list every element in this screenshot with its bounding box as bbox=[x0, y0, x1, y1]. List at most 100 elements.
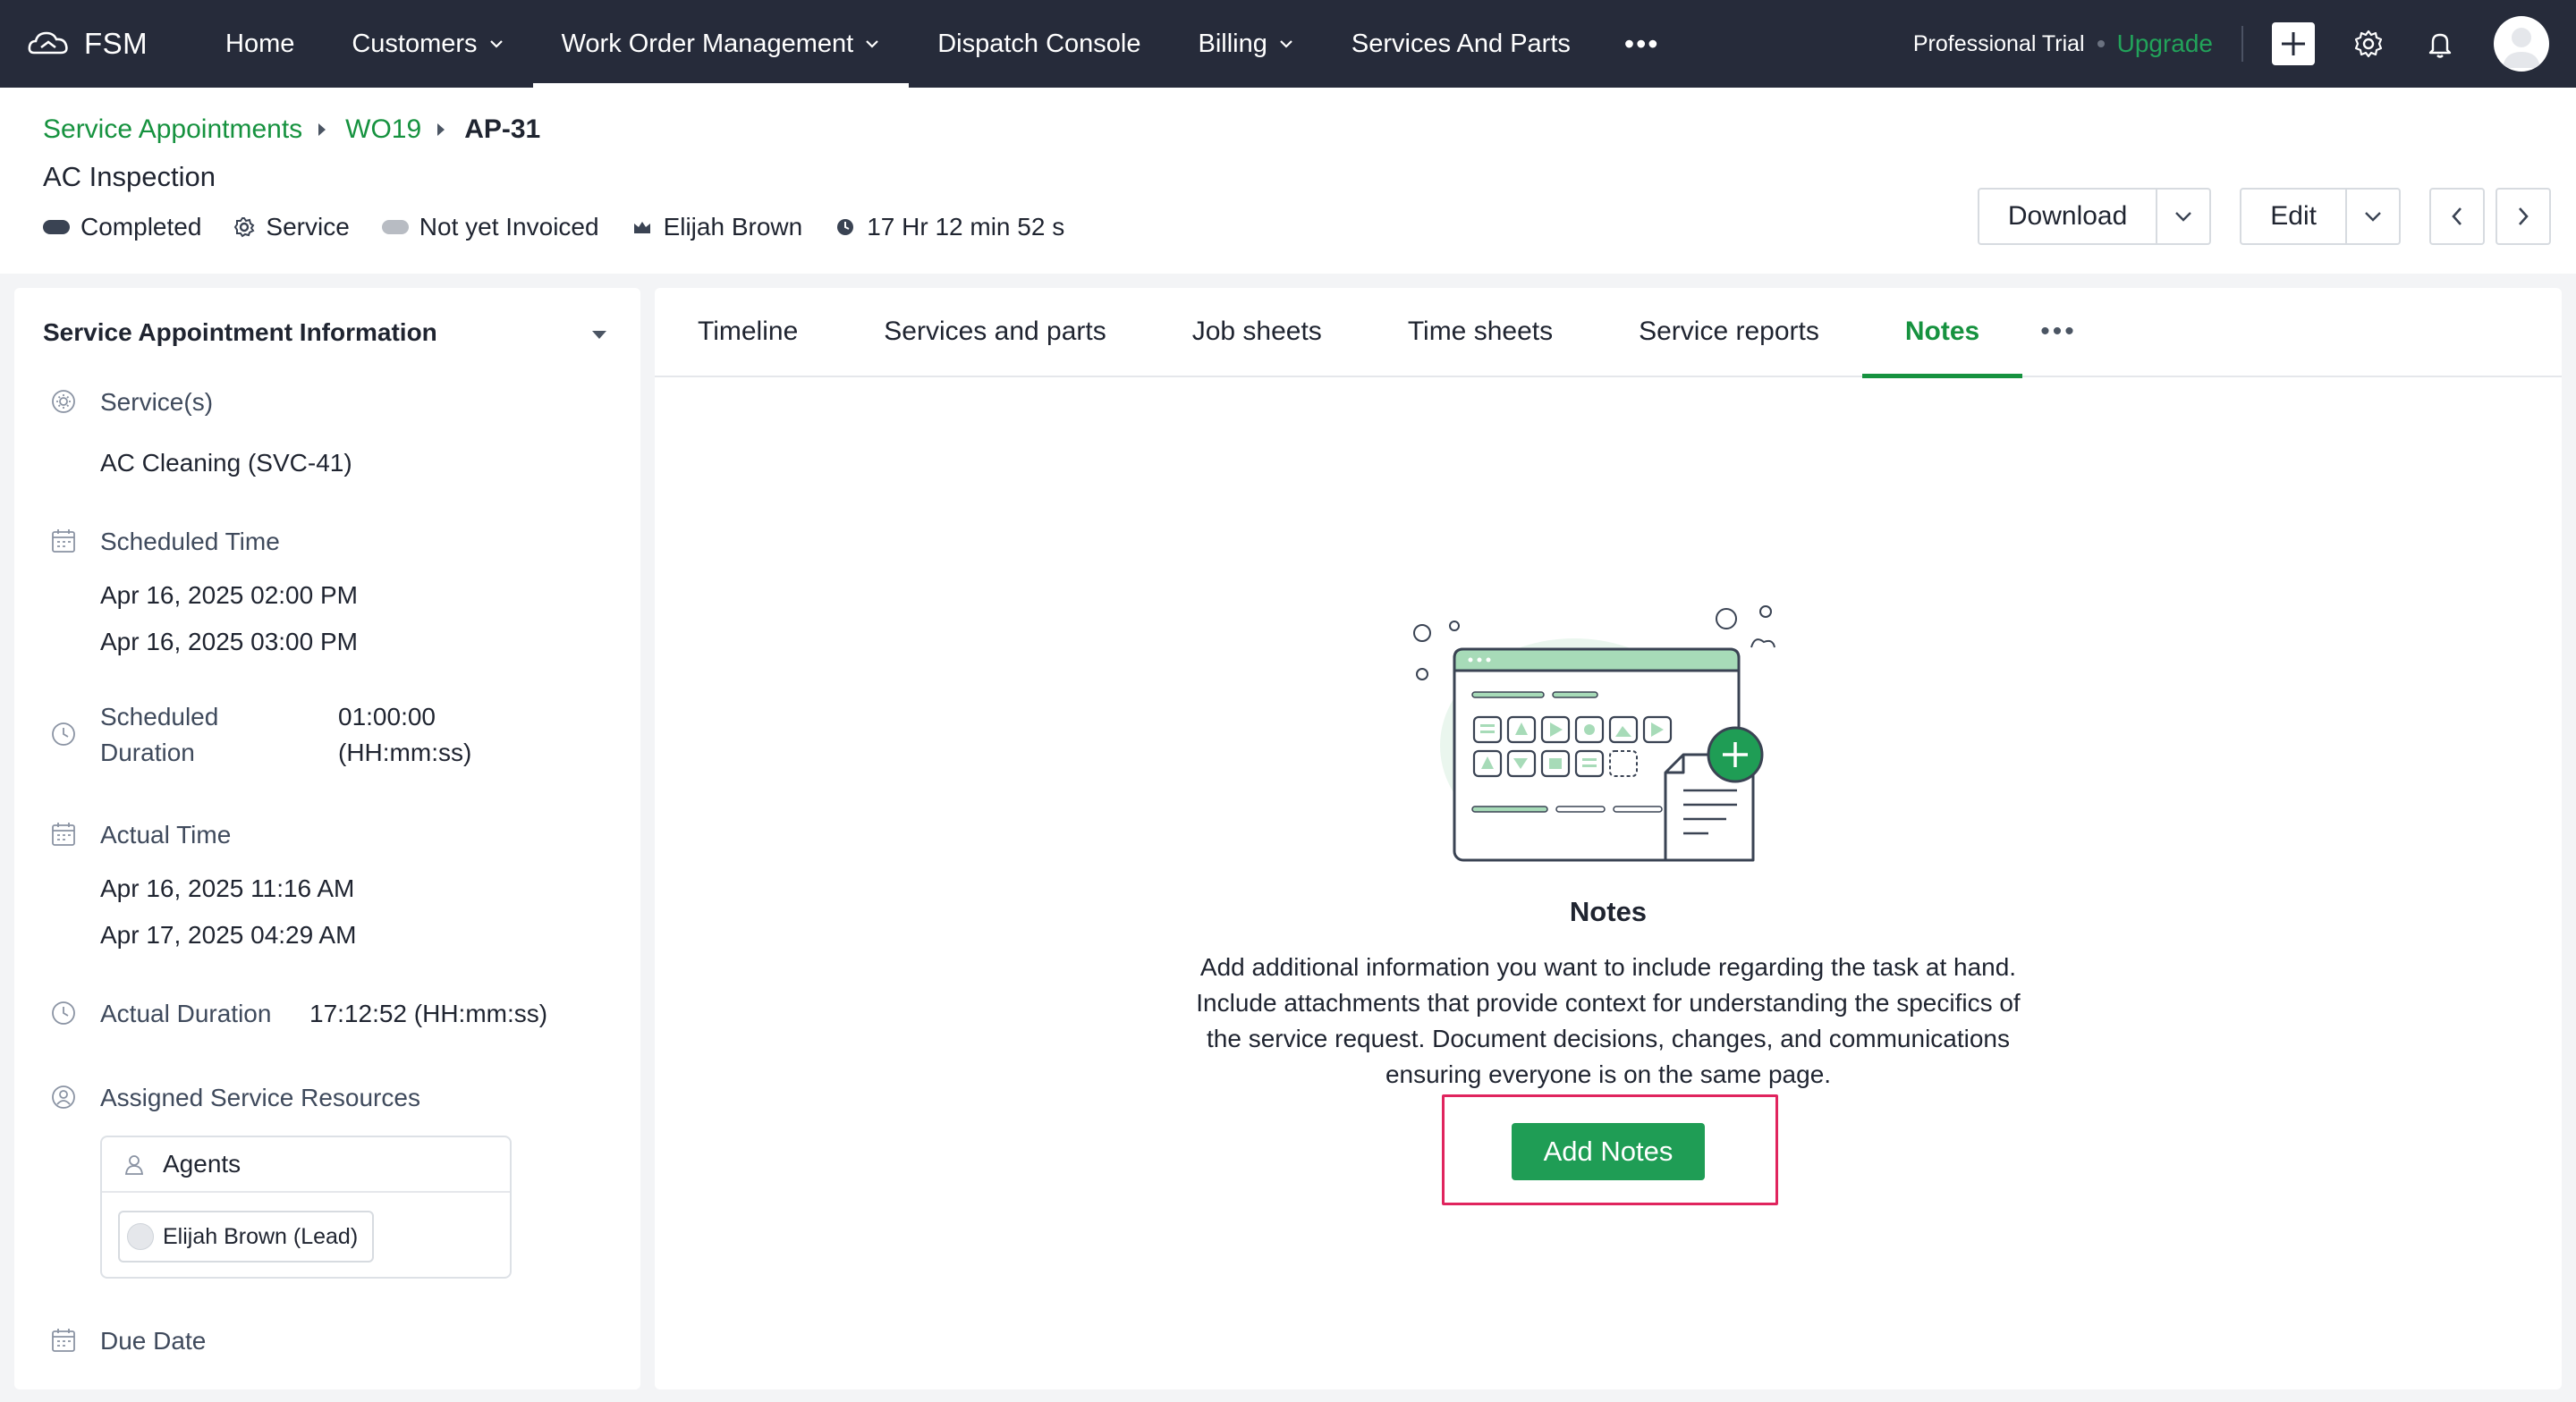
nav-customers[interactable]: Customers bbox=[323, 0, 532, 88]
dot-separator bbox=[2097, 40, 2105, 47]
nav-dispatch-console[interactable]: Dispatch Console bbox=[909, 0, 1169, 88]
related-lists-panel: Timeline Services and parts Job sheets T… bbox=[655, 288, 2562, 1389]
crown-icon bbox=[633, 222, 650, 233]
brand-logo[interactable]: FSM bbox=[27, 26, 197, 62]
nav-right-group: Professional Trial Upgrade bbox=[1913, 0, 2576, 88]
services-label: Service(s) bbox=[100, 388, 214, 416]
nav-billing-label: Billing bbox=[1198, 29, 1267, 58]
nav-work-order-management-label: Work Order Management bbox=[561, 29, 854, 58]
tab-services-and-parts[interactable]: Services and parts bbox=[841, 288, 1148, 376]
breadcrumb-caret-icon bbox=[318, 123, 326, 136]
brand-name: FSM bbox=[84, 27, 148, 60]
services-value[interactable]: AC Cleaning (SVC-41) bbox=[100, 449, 352, 477]
breadcrumb-caret-icon bbox=[437, 123, 445, 136]
status-text: Completed bbox=[80, 213, 202, 241]
scheduled-end-value: Apr 16, 2025 03:00 PM bbox=[100, 628, 358, 655]
agents-label: Agents bbox=[163, 1150, 242, 1178]
type-badge: Service bbox=[233, 213, 350, 241]
clock-icon bbox=[837, 219, 854, 235]
user-avatar[interactable] bbox=[2494, 16, 2549, 72]
edit-button[interactable]: Edit bbox=[2241, 190, 2345, 243]
elapsed-badge: 17 Hr 12 min 52 s bbox=[835, 213, 1064, 241]
invoice-text: Not yet Invoiced bbox=[419, 213, 599, 241]
nav-home[interactable]: Home bbox=[197, 0, 323, 88]
download-button[interactable]: Download bbox=[1979, 190, 2156, 243]
scheduled-duration-label-line2: Duration bbox=[100, 739, 195, 766]
nav-services-and-parts-label: Services And Parts bbox=[1351, 29, 1571, 58]
edit-options-button[interactable] bbox=[2345, 190, 2399, 243]
nav-home-label: Home bbox=[225, 29, 295, 58]
edit-split-button: Edit bbox=[2240, 188, 2401, 245]
record-meta: Completed Service Not yet Invoiced Elija… bbox=[43, 213, 1097, 241]
elapsed-text: 17 Hr 12 min 52 s bbox=[867, 213, 1065, 241]
actual-duration-label: Actual Duration bbox=[100, 1000, 272, 1027]
notes-empty-illustration bbox=[1413, 605, 1775, 862]
chevron-down-icon bbox=[1280, 40, 1292, 48]
notes-empty-title: Notes bbox=[1569, 896, 1648, 927]
service-gear-icon bbox=[234, 217, 255, 238]
nav-more-button[interactable]: ••• bbox=[1599, 28, 1685, 61]
nav-services-and-parts[interactable]: Services And Parts bbox=[1323, 0, 1599, 88]
owner-text: Elijah Brown bbox=[663, 213, 803, 241]
record-actions: Download Edit bbox=[1949, 188, 2551, 245]
scheduled-time-label: Scheduled Time bbox=[100, 528, 280, 555]
user-circle-icon bbox=[52, 1085, 75, 1109]
next-record-button[interactable] bbox=[2496, 188, 2551, 245]
clock-icon bbox=[52, 1001, 75, 1025]
trial-label: Professional Trial bbox=[1912, 30, 2085, 56]
notes-empty-description-line: the service request. Document decisions,… bbox=[1206, 1025, 2011, 1052]
top-navigation: FSM Home Customers Work Order Management… bbox=[0, 0, 2576, 88]
scheduled-duration-label-line1: Scheduled bbox=[100, 703, 219, 731]
tab-bar: Timeline Services and parts Job sheets T… bbox=[655, 288, 2562, 378]
tab-time-sheets[interactable]: Time sheets bbox=[1365, 288, 1596, 376]
agents-box: Agents Elijah Brown (Lead) bbox=[100, 1136, 512, 1279]
invoice-badge: Not yet Invoiced bbox=[381, 213, 599, 241]
nav-customers-label: Customers bbox=[352, 29, 478, 58]
tab-timeline[interactable]: Timeline bbox=[655, 288, 841, 376]
notifications-button[interactable] bbox=[2422, 26, 2458, 62]
due-date-label: Due Date bbox=[100, 1327, 207, 1355]
plus-icon bbox=[2282, 32, 2305, 55]
agent-chip-label: Elijah Brown (Lead) bbox=[163, 1223, 359, 1249]
status-pill-icon bbox=[43, 220, 70, 234]
service-gear-icon bbox=[52, 390, 75, 413]
chevron-down-icon bbox=[2175, 212, 2192, 222]
previous-record-button[interactable] bbox=[2429, 188, 2485, 245]
scheduled-start-value: Apr 16, 2025 02:00 PM bbox=[100, 581, 358, 609]
download-split-button: Download bbox=[1977, 188, 2212, 245]
actual-start-value: Apr 16, 2025 11:16 AM bbox=[100, 874, 355, 902]
agent-chip[interactable]: Elijah Brown (Lead) bbox=[118, 1211, 375, 1263]
notes-empty-description-line: Add additional information you want to i… bbox=[1199, 953, 2017, 981]
breadcrumb-service-appointments[interactable]: Service Appointments bbox=[43, 114, 302, 145]
breadcrumb-work-order[interactable]: WO19 bbox=[345, 114, 421, 145]
nav-work-order-management[interactable]: Work Order Management bbox=[532, 0, 910, 88]
calendar-icon bbox=[52, 823, 75, 846]
chevron-right-icon bbox=[2519, 207, 2529, 225]
assigned-resources-label: Assigned Service Resources bbox=[100, 1084, 420, 1111]
notes-empty-description-line: Include attachments that provide context… bbox=[1196, 989, 2021, 1017]
add-notes-button[interactable]: Add Notes bbox=[1512, 1123, 1705, 1180]
invoice-pill-icon bbox=[381, 220, 409, 234]
status-badge: Completed bbox=[43, 213, 201, 241]
gear-icon bbox=[2354, 30, 2383, 58]
bell-icon bbox=[2428, 33, 2452, 58]
download-options-button[interactable] bbox=[2156, 190, 2209, 243]
actual-end-value: Apr 17, 2025 04:29 AM bbox=[100, 921, 357, 949]
panel-collapse-caret-icon[interactable] bbox=[592, 331, 606, 339]
scheduled-duration-unit: (HH:mm:ss) bbox=[338, 739, 472, 766]
tab-notes[interactable]: Notes bbox=[1861, 288, 2023, 378]
scheduled-duration-value: 01:00:00 bbox=[338, 703, 436, 731]
record-title: AC Inspection bbox=[43, 161, 216, 192]
nav-billing[interactable]: Billing bbox=[1170, 0, 1323, 88]
create-new-button[interactable] bbox=[2272, 22, 2315, 65]
breadcrumb: Service Appointments WO19 AP-31 bbox=[43, 114, 540, 145]
actual-time-label: Actual Time bbox=[100, 821, 232, 849]
agent-icon bbox=[124, 1155, 144, 1175]
tab-job-sheets[interactable]: Job sheets bbox=[1149, 288, 1365, 376]
actual-duration-value: 17:12:52 (HH:mm:ss) bbox=[309, 1000, 548, 1027]
upgrade-link[interactable]: Upgrade bbox=[2117, 30, 2213, 58]
tab-service-reports[interactable]: Service reports bbox=[1596, 288, 1862, 376]
vertical-divider bbox=[2241, 26, 2243, 62]
tabs-more-button[interactable]: ••• bbox=[2022, 317, 2077, 347]
settings-button[interactable] bbox=[2351, 26, 2386, 62]
